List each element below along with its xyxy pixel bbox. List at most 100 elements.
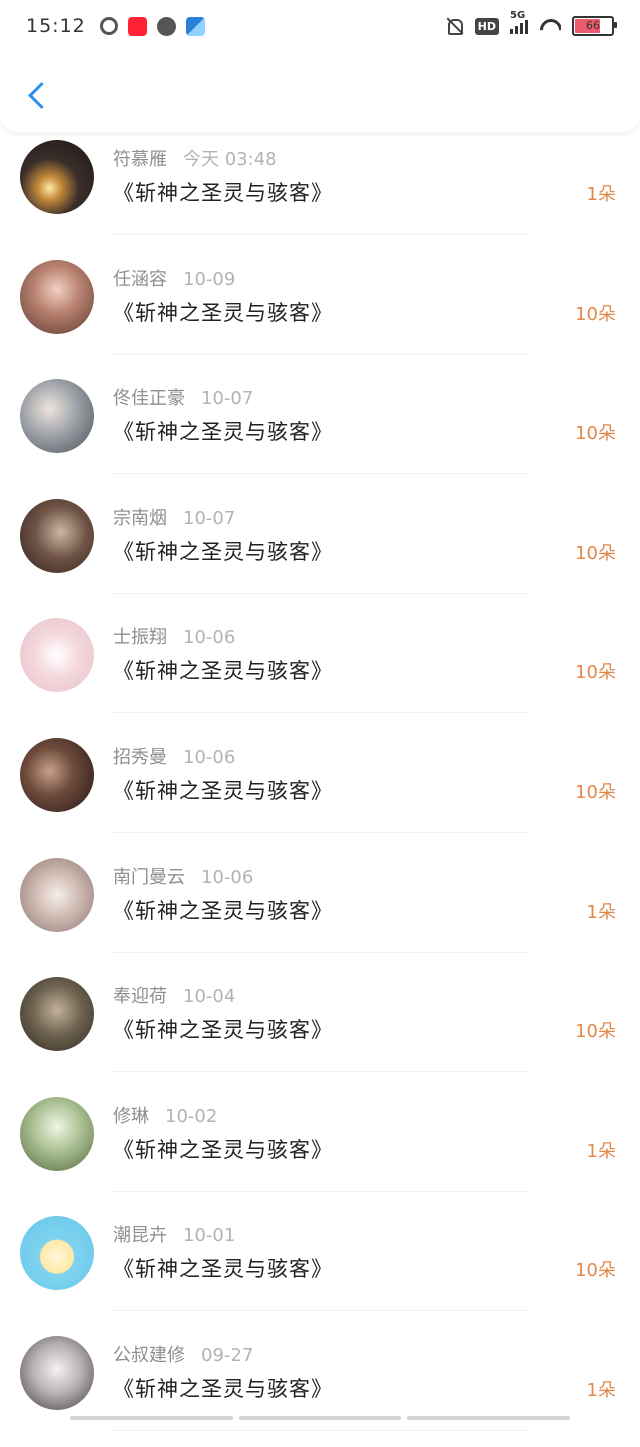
book-title: 《斩神之圣灵与骇客》 (113, 539, 333, 564)
row-divider (113, 353, 528, 355)
list-item[interactable]: 奉迎荷 10-04 《斩神之圣灵与骇客》 10朵 (0, 969, 640, 1088)
app-notification-icon (99, 17, 118, 35)
row-divider (113, 473, 528, 475)
row-divider (113, 712, 528, 714)
user-meta: 宗南烟 10-07 (113, 504, 235, 530)
record-date: 09-27 (201, 1345, 254, 1366)
flower-count: 10朵 (575, 1260, 616, 1282)
flower-count: 1朵 (586, 1380, 616, 1401)
book-title: 《斩神之圣灵与骇客》 (113, 300, 333, 325)
book-title: 《斩神之圣灵与骇客》 (113, 1377, 333, 1401)
row-divider (113, 951, 528, 953)
shopping-app-icon (127, 16, 147, 36)
flower-count: 10朵 (575, 542, 616, 564)
avatar[interactable] (20, 1216, 94, 1291)
mute-bell-icon (444, 16, 464, 36)
record-date: 10-02 (165, 1105, 218, 1127)
record-date: 今天 03:48 (183, 149, 277, 170)
user-meta: 潮昆卉 10-01 (113, 1221, 235, 1247)
avatar[interactable] (20, 379, 94, 454)
row-divider (113, 234, 528, 235)
top-navigation-bar (0, 52, 640, 132)
book-title: 《斩神之圣灵与骇客》 (113, 420, 333, 445)
list-item[interactable]: 公叔建修 09-27 《斩神之圣灵与骇客》 1朵 (0, 1328, 640, 1447)
row-divider (113, 832, 528, 833)
list-item[interactable]: 任涵容 10-09 《斩神之圣灵与骇客》 10朵 (0, 252, 640, 371)
flower-count: 10朵 (575, 662, 616, 684)
list-item[interactable]: 佟佳正豪 10-07 《斩神之圣灵与骇客》 10朵 (0, 371, 640, 490)
record-date: 10-06 (183, 627, 236, 649)
list-item[interactable]: 符慕雁 今天 03:48 《斩神之圣灵与骇客》 1朵 (0, 132, 640, 251)
avatar[interactable] (20, 1336, 94, 1410)
book-title: 《斩神之圣灵与骇客》 (113, 779, 333, 803)
book-title: 《斩神之圣灵与骇客》 (113, 1137, 333, 1162)
record-date: 10-06 (183, 747, 236, 768)
record-date: 10-06 (201, 866, 254, 888)
avatar[interactable] (20, 498, 94, 573)
user-name: 南门曼云 (113, 866, 185, 888)
list-item[interactable]: 南门曼云 10-06 《斩神之圣灵与骇客》 1朵 (0, 850, 640, 969)
user-meta: 任涵容 10-09 (113, 265, 235, 291)
user-name: 任涵容 (113, 268, 167, 290)
flower-count: 10朵 (575, 423, 616, 445)
row-divider (113, 1190, 528, 1192)
list-item[interactable]: 招秀曼 10-06 《斩神之圣灵与骇客》 10朵 (0, 730, 640, 849)
user-meta: 士振翔 10-06 (113, 623, 235, 649)
user-meta: 修琳 10-02 (113, 1102, 217, 1128)
record-date: 10-04 (183, 986, 236, 1008)
user-meta: 佟佳正豪 10-07 (113, 384, 253, 410)
avatar[interactable] (20, 618, 94, 693)
row-divider (113, 1430, 528, 1431)
book-title: 《斩神之圣灵与骇客》 (113, 1018, 333, 1043)
user-name: 修琳 (113, 1105, 149, 1127)
avatar[interactable] (20, 1096, 94, 1171)
avatar[interactable] (20, 857, 94, 932)
row-divider (113, 592, 528, 594)
record-date: 10-09 (183, 268, 236, 290)
network-type: 5G (510, 10, 526, 21)
user-name: 公叔建修 (113, 1345, 185, 1366)
back-button[interactable] (20, 78, 50, 114)
user-name: 潮昆卉 (113, 1225, 167, 1247)
flower-count: 1朵 (586, 1140, 616, 1162)
user-name: 士振翔 (113, 627, 167, 649)
user-name: 佟佳正豪 (113, 388, 185, 410)
user-name: 招秀曼 (113, 747, 167, 768)
status-time: 15:12 (26, 15, 86, 37)
book-title: 《斩神之圣灵与骇客》 (113, 898, 333, 923)
flower-count: 10朵 (575, 303, 616, 325)
list-item[interactable]: 宗南烟 10-07 《斩神之圣灵与骇客》 10朵 (0, 491, 640, 610)
notification-icons (99, 16, 205, 36)
user-meta: 奉迎荷 10-04 (113, 982, 235, 1008)
avatar[interactable] (20, 259, 94, 334)
list-item[interactable]: 修琳 10-02 《斩神之圣灵与骇客》 1朵 (0, 1089, 640, 1208)
map-app-icon (185, 16, 205, 36)
user-name: 奉迎荷 (113, 986, 167, 1008)
avatar[interactable] (20, 977, 94, 1052)
avatar[interactable] (20, 738, 94, 812)
list-item[interactable]: 潮昆卉 10-01 《斩神之圣灵与骇客》 10朵 (0, 1208, 640, 1327)
user-name: 宗南烟 (113, 507, 167, 529)
avatar[interactable] (20, 140, 94, 214)
user-meta: 符慕雁 今天 03:48 (113, 145, 277, 171)
flower-count: 10朵 (575, 782, 616, 803)
book-title: 《斩神之圣灵与骇客》 (113, 181, 333, 205)
user-meta: 公叔建修 09-27 (113, 1341, 253, 1367)
wifi-icon (539, 17, 561, 35)
chat-app-icon (156, 16, 176, 36)
flower-count: 1朵 (586, 901, 616, 923)
book-title: 《斩神之圣灵与骇客》 (113, 1257, 333, 1282)
book-title: 《斩神之圣灵与骇客》 (113, 659, 333, 684)
record-date: 10-07 (201, 388, 254, 410)
cellular-signal-icon: 5G (510, 10, 528, 34)
row-divider (113, 1310, 528, 1312)
user-name: 符慕雁 (113, 149, 167, 170)
flower-count: 1朵 (586, 184, 616, 205)
user-meta: 招秀曼 10-06 (113, 743, 235, 769)
list-item[interactable]: 士振翔 10-06 《斩神之圣灵与骇客》 10朵 (0, 610, 640, 729)
flower-count: 10朵 (575, 1021, 616, 1043)
battery-icon: 66 (572, 16, 617, 36)
hd-badge: HD (474, 17, 499, 35)
record-date: 10-01 (183, 1225, 236, 1247)
gesture-bar (70, 1416, 571, 1420)
